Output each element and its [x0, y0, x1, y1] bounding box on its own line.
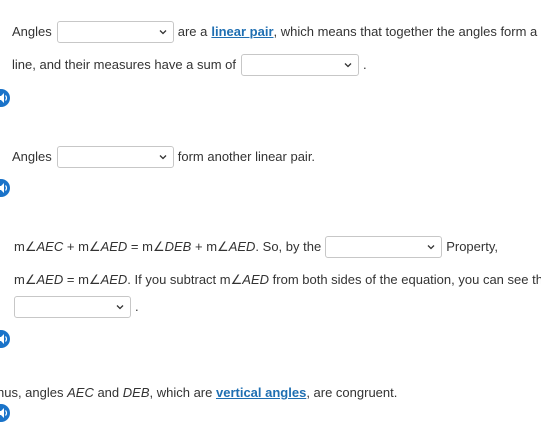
angle-symbol: ∠: [152, 239, 165, 254]
chevron-down-icon: [116, 305, 124, 310]
eq1-plus: +: [63, 239, 79, 254]
angle-symbol: ∠: [24, 272, 37, 287]
sum-dropdown[interactable]: [241, 54, 360, 76]
para1-line2-period: .: [363, 57, 367, 72]
eq1-m4: m: [206, 239, 218, 254]
audio-button-2[interactable]: [0, 179, 10, 197]
eq2-angle-aed: AED: [36, 272, 64, 287]
para4-angle-deb: DEB: [122, 385, 150, 400]
para4-middle: , which are: [149, 385, 216, 400]
eq2-m1: m: [14, 272, 25, 287]
vertical-angles-link[interactable]: vertical angles: [216, 385, 306, 401]
para4-and: and: [93, 385, 123, 400]
angle-symbol: ∠: [230, 272, 243, 287]
eq2-equals: =: [63, 272, 79, 287]
para1-line2: line, and their measures have a sum of .: [12, 54, 367, 76]
angle-symbol: ∠: [217, 239, 229, 254]
chevron-down-icon: [159, 30, 167, 35]
para2-line: Angles form another linear pair.: [12, 146, 315, 168]
para1-prefix: Angles: [12, 24, 52, 39]
eq1-angle-aed-2: AED: [228, 239, 256, 254]
eq1-tail: . So, by the: [255, 239, 322, 254]
eq1-angle-deb: DEB: [164, 239, 192, 254]
eq2-angle-aed-3: AED: [242, 272, 270, 287]
chevron-down-icon: [344, 63, 352, 68]
para1-line2-text: line, and their measures have a sum of: [12, 57, 237, 72]
eq2-mid: . If you subtract: [127, 272, 220, 287]
para3-line2: m ∠ AED = m ∠ AED. If you subtract m ∠ AED fro…: [14, 271, 541, 289]
eq1-equals: =: [127, 239, 143, 254]
conclusion-dropdown[interactable]: [14, 296, 131, 318]
eq1-angle-aed: AED: [100, 239, 128, 254]
eq2-m2: m: [78, 272, 89, 287]
eq2-angle-aed-2: AED: [100, 272, 128, 287]
angle-symbol: ∠: [88, 239, 101, 254]
speaker-icon: [0, 183, 8, 193]
eq1-m2: m: [78, 239, 89, 254]
chevron-down-icon: [159, 155, 167, 160]
para1-middle: are a: [177, 24, 208, 39]
other-pair-dropdown[interactable]: [56, 146, 174, 168]
eq1-m3: m: [142, 239, 153, 254]
para4-angle-aec: AEC: [67, 385, 94, 400]
para3-line3: .: [14, 296, 139, 318]
audio-button-1[interactable]: [0, 89, 10, 107]
property-label: Property,: [446, 239, 498, 254]
eq2-m3: m: [219, 272, 231, 287]
para4-suffix: , are congruent.: [306, 385, 398, 400]
para4-line: hus, angles AEC and DEB, which are verti…: [0, 384, 397, 402]
angle-symbol: ∠: [24, 239, 37, 254]
eq1-m1: m: [14, 239, 25, 254]
angle-symbol: ∠: [88, 272, 101, 287]
para2-prefix: Angles: [12, 149, 52, 164]
para1-line1: Angles are a linear pair , which means t…: [12, 21, 541, 43]
eq2-tail: from both sides of the equation, you can…: [269, 272, 541, 287]
speaker-icon: [0, 93, 8, 103]
eq1-plus-2: +: [191, 239, 207, 254]
para2-suffix: form another linear pair.: [177, 149, 316, 164]
para4-prefix: hus, angles: [0, 385, 68, 400]
speaker-icon: [0, 408, 8, 418]
audio-button-4[interactable]: [0, 404, 10, 422]
chevron-down-icon: [427, 245, 435, 250]
property-dropdown[interactable]: [325, 236, 443, 258]
eq1-angle-aec: AEC: [36, 239, 64, 254]
para1-suffix: , which means that together the angles f…: [273, 24, 541, 39]
para3-line3-period: .: [135, 299, 139, 314]
audio-button-3[interactable]: [0, 330, 10, 348]
para3-line1: m ∠ AEC + m ∠ AED = m ∠ DEB + m ∠ AED. So, by th…: [14, 236, 498, 258]
linear-pair-link[interactable]: linear pair: [211, 24, 273, 40]
angles-pair-dropdown[interactable]: [56, 21, 174, 43]
speaker-icon: [0, 334, 8, 344]
